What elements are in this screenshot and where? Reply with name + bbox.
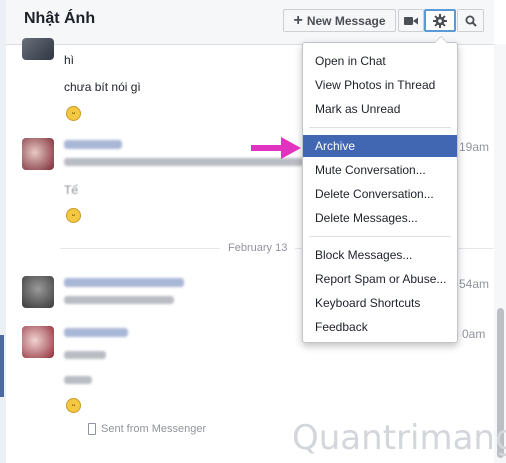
message-text-blurred	[64, 376, 92, 384]
sender-name-blurred	[64, 278, 184, 287]
sender-name-blurred	[64, 140, 122, 149]
arrow-right-icon	[251, 137, 301, 159]
menu-caret-inner	[435, 37, 447, 43]
thread-header: Nhật Ánh + New Message	[6, 0, 494, 45]
avatar[interactable]	[22, 38, 54, 60]
plus-icon: +	[293, 11, 303, 29]
message-text: hì	[64, 53, 75, 67]
menu-item-block[interactable]: Block Messages...	[303, 244, 457, 266]
gear-icon	[433, 13, 447, 28]
message-text: Tế	[64, 183, 79, 197]
menu-item-open-in-chat[interactable]: Open in Chat	[303, 50, 457, 72]
menu-item-delete-conversation[interactable]: Delete Conversation...	[303, 183, 457, 205]
sent-from-label: Sent from Messenger	[101, 423, 207, 435]
date-separator-label: February 13	[220, 242, 296, 254]
settings-dropdown-menu: Open in Chat View Photos in Thread Mark …	[302, 36, 458, 343]
new-message-label: New Message	[306, 13, 386, 28]
left-panel-edge	[0, 0, 6, 463]
message-text: chưa bít nói gì	[64, 80, 141, 94]
menu-divider	[309, 236, 451, 237]
message-timestamp: 0am	[462, 327, 486, 341]
message-timestamp: 19am	[459, 140, 490, 154]
message-text-blurred	[64, 296, 174, 304]
settings-button[interactable]	[424, 9, 456, 32]
emoji-icon: ᵕ	[66, 106, 81, 121]
menu-item-keyboard-shortcuts[interactable]: Keyboard Shortcuts	[303, 292, 457, 314]
phone-icon	[88, 423, 96, 435]
new-message-button[interactable]: + New Message	[283, 9, 396, 32]
message-timestamp: 54am	[459, 277, 490, 291]
conversation-title: Nhật Ánh	[24, 10, 96, 27]
watermark-logo: Quantrimang	[292, 418, 506, 458]
message-text-blurred	[64, 158, 304, 166]
menu-divider	[309, 127, 451, 128]
selected-thread-indicator	[0, 335, 4, 397]
menu-item-mark-unread[interactable]: Mark as Unread	[303, 98, 457, 120]
search-button[interactable]	[457, 9, 484, 32]
menu-item-view-photos[interactable]: View Photos in Thread	[303, 74, 457, 96]
message-text-blurred	[64, 351, 106, 359]
menu-item-delete-messages[interactable]: Delete Messages...	[303, 207, 457, 229]
sent-from-messenger: Sent from Messenger	[88, 423, 206, 435]
sender-name-blurred	[64, 328, 128, 337]
avatar[interactable]	[22, 326, 54, 358]
search-icon	[465, 15, 477, 27]
avatar[interactable]	[22, 276, 54, 308]
scrollbar[interactable]	[494, 44, 506, 463]
menu-item-archive[interactable]: Archive	[303, 135, 457, 157]
menu-item-feedback[interactable]: Feedback	[303, 316, 457, 338]
video-camera-icon	[404, 16, 418, 25]
avatar[interactable]	[22, 138, 54, 170]
menu-item-mute[interactable]: Mute Conversation...	[303, 159, 457, 181]
menu-item-report-spam[interactable]: Report Spam or Abuse...	[303, 268, 457, 290]
emoji-icon: ᵕ	[66, 398, 81, 413]
emoji-icon: ᵕ	[66, 208, 81, 223]
video-call-button[interactable]	[398, 9, 424, 32]
